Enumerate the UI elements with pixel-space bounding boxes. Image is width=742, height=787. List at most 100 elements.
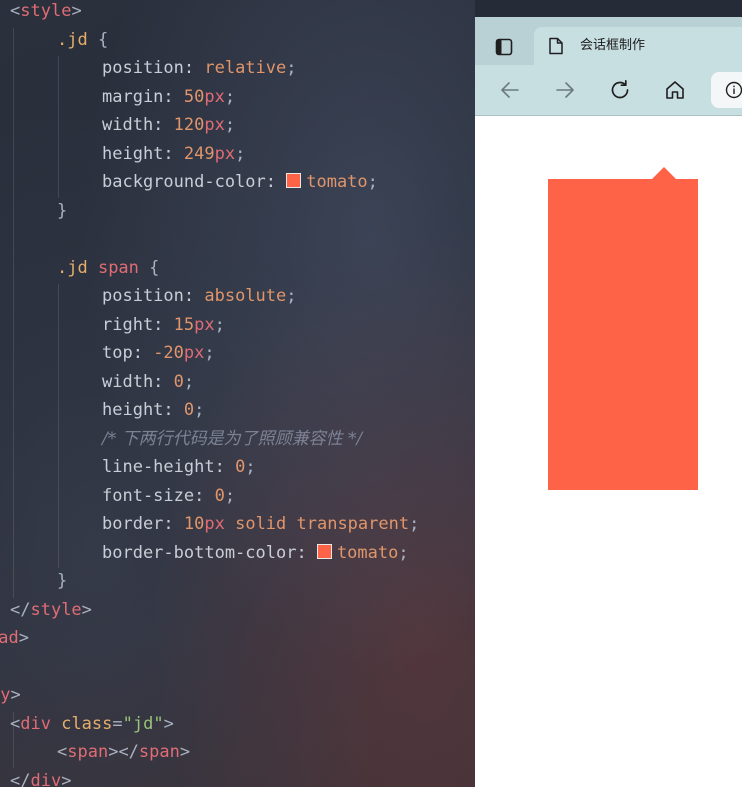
code-token: > <box>61 770 72 787</box>
code-token: ead <box>0 628 19 648</box>
code-line: line-height: 0; <box>102 453 256 481</box>
code-token: top: <box>102 343 154 363</box>
triangle-pointer <box>652 167 676 179</box>
code-line: border: 10px solid transparent; <box>102 510 419 538</box>
tab-actions-icon[interactable] <box>487 30 521 64</box>
indent-guide <box>58 56 59 198</box>
code-token: 50 <box>183 86 205 107</box>
code-token: tomato <box>336 542 399 563</box>
code-editor[interactable]: <style> .jd {position: relative; margin: 5… <box>0 0 475 787</box>
code-token: ; <box>409 514 420 534</box>
code-line: height: 249px; <box>102 140 245 168</box>
code-token: ; <box>224 86 236 107</box>
code-token: < <box>10 1 21 21</box>
code-token: ; <box>286 58 297 78</box>
code-token: .jd <box>57 257 98 278</box>
code-token: 10 <box>183 514 205 534</box>
forward-arrow-icon <box>556 82 574 98</box>
code-token: 0 <box>173 371 184 392</box>
tab-active[interactable]: 会话框制作 <box>534 27 742 65</box>
code-line: top: -20px; <box>102 339 215 367</box>
code-line: } <box>57 567 67 595</box>
code-token: > <box>71 1 82 21</box>
code-token: px <box>204 86 225 107</box>
indent-guide <box>58 284 59 568</box>
color-swatch <box>316 543 332 559</box>
color-swatch <box>286 173 302 188</box>
tomato-box <box>548 167 698 490</box>
code-line: height: 0; <box>102 396 204 424</box>
code-token: ; <box>224 115 236 135</box>
code-token: > <box>10 685 21 705</box>
code-line: /* 下两行代码是为了照顾兼容性 */ <box>102 425 362 453</box>
tab-title: 会话框制作 <box>580 38 646 53</box>
code-token: height: <box>102 143 184 164</box>
code-line: border-bottom-color: tomato; <box>102 539 409 567</box>
code-line: <div class="jd"> <box>10 710 174 738</box>
code-token: 120 <box>173 115 205 135</box>
code-token: font-size: <box>102 485 215 506</box>
code-token: border: <box>102 514 184 534</box>
code-line: background-color: tomato; <box>102 168 378 196</box>
back-arrow-icon <box>501 82 519 98</box>
code-token: ; <box>286 286 297 306</box>
code-token: 249 <box>183 143 215 164</box>
back-button[interactable] <box>494 74 526 106</box>
code-token: < <box>57 742 68 762</box>
code-token: .jd <box>57 29 88 50</box>
code-line: font-size: 0; <box>102 482 235 510</box>
code-line: <span></span> <box>57 738 190 766</box>
browser-window: 会话框制作 <box>475 17 742 787</box>
code-line: </style> <box>10 596 92 624</box>
code-token: margin: <box>102 86 184 107</box>
home-button[interactable] <box>659 74 691 106</box>
code-line: ead> <box>0 624 29 652</box>
code-token: 15 <box>173 314 195 335</box>
browser-toolbar <box>475 65 742 116</box>
code-line: } <box>57 197 67 225</box>
code-token: span <box>138 742 180 762</box>
home-icon <box>666 81 684 99</box>
info-icon[interactable] <box>725 81 742 104</box>
page-icon <box>548 37 564 60</box>
code-line: position: absolute; <box>102 282 297 310</box>
code-token: ; <box>235 143 246 164</box>
code-token: dy <box>0 685 11 705</box>
code-token: > <box>81 599 92 620</box>
indent-guide <box>13 28 14 598</box>
code-line: position: relative; <box>102 54 297 82</box>
code-token: { <box>87 29 109 50</box>
code-token: px <box>214 143 236 164</box>
code-token: ; <box>367 172 378 192</box>
code-line: margin: 50px; <box>102 83 235 111</box>
code-token: class <box>50 713 113 734</box>
code-token: -20 <box>153 343 184 363</box>
code-token: ; <box>204 343 215 363</box>
code-token: width: <box>102 115 174 135</box>
code-line: dy> <box>0 681 21 709</box>
refresh-button[interactable] <box>604 74 636 106</box>
code-token: /* 下两行代码是为了照顾兼容性 */ <box>102 428 363 449</box>
code-token: 0 <box>235 457 246 477</box>
code-token: ; <box>183 371 195 392</box>
code-token: ; <box>245 457 256 477</box>
code-token: } <box>57 200 68 221</box>
code-token: ></ <box>108 742 139 762</box>
code-token: ; <box>224 485 236 506</box>
code-token: </ <box>10 770 31 787</box>
forward-button[interactable] <box>549 74 581 106</box>
code-token: 0 <box>214 485 225 506</box>
code-token: { <box>138 257 160 278</box>
code-token: px <box>204 115 225 135</box>
code-line: .jd { <box>57 26 108 54</box>
code-token: < <box>10 713 21 734</box>
code-token: div <box>20 713 51 734</box>
code-token: px <box>194 314 215 335</box>
code-token: > <box>163 713 174 734</box>
code-token: width: <box>102 371 174 392</box>
code-token: height: <box>102 400 184 420</box>
code-line: </div> <box>10 767 71 787</box>
code-token: position: <box>102 58 205 78</box>
address-bar[interactable] <box>711 72 742 108</box>
code-token: ; <box>398 542 409 563</box>
